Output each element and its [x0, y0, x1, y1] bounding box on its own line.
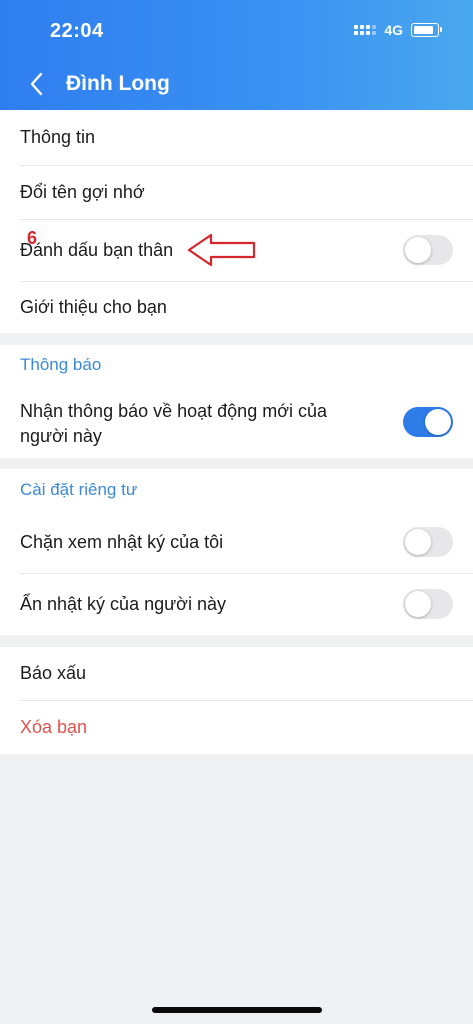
notify-activity-toggle[interactable] [403, 407, 453, 437]
rename-row[interactable]: Đổi tên gợi nhớ [0, 166, 473, 219]
general-section: Thông tin Đổi tên gợi nhớ Đánh dấu bạn t… [0, 110, 473, 333]
home-indicator [152, 1007, 322, 1013]
battery-icon [411, 23, 442, 37]
actions-section: Báo xấu Xóa bạn [0, 647, 473, 754]
introduce-label: Giới thiệu cho bạn [20, 297, 167, 317]
app-header: 22:04 4G Đình Long [0, 0, 473, 110]
block-diary-toggle[interactable] [403, 527, 453, 557]
status-indicators: 4G [354, 22, 442, 38]
notifications-title: Thông báo [20, 355, 102, 374]
privacy-section: Cài đặt riêng tư Chặn xem nhật ký của tô… [0, 469, 473, 635]
annotation-number: 6 [27, 228, 38, 248]
introduce-row[interactable]: Giới thiệu cho bạn [0, 282, 473, 333]
hide-diary-row: Ẩn nhật ký của người này [0, 574, 473, 635]
page-title: Đình Long [66, 72, 170, 95]
status-time: 22:04 [50, 20, 104, 42]
notifications-section: Thông báo Nhận thông báo về hoạt động mớ… [0, 345, 473, 458]
best-friend-toggle[interactable] [403, 235, 453, 265]
remove-friend-row[interactable]: Xóa bạn [0, 701, 473, 754]
info-row[interactable]: Thông tin [0, 110, 473, 165]
signal-icon [354, 25, 377, 35]
privacy-title: Cài đặt riêng tư [20, 480, 138, 499]
block-diary-row: Chặn xem nhật ký của tôi [0, 512, 473, 573]
best-friend-label: Đánh dấu bạn thân [20, 240, 174, 260]
rename-label: Đổi tên gợi nhớ [20, 182, 145, 202]
hide-diary-label: Ẩn nhật ký của người này [20, 594, 226, 614]
block-diary-label: Chặn xem nhật ký của tôi [20, 532, 224, 552]
remove-friend-label: Xóa bạn [20, 717, 88, 737]
annotation-arrow-icon [187, 233, 256, 267]
notify-activity-label: Nhận thông báo về hoạt động mới của ngườ… [20, 401, 328, 446]
info-label: Thông tin [20, 127, 96, 147]
hide-diary-toggle[interactable] [403, 589, 453, 619]
network-label: 4G [384, 22, 403, 38]
back-button[interactable] [26, 70, 48, 98]
notify-activity-row: Nhận thông báo về hoạt động mới của ngườ… [0, 385, 473, 458]
chevron-left-icon [30, 72, 43, 96]
report-label: Báo xấu [20, 663, 87, 683]
report-row[interactable]: Báo xấu [0, 647, 473, 700]
